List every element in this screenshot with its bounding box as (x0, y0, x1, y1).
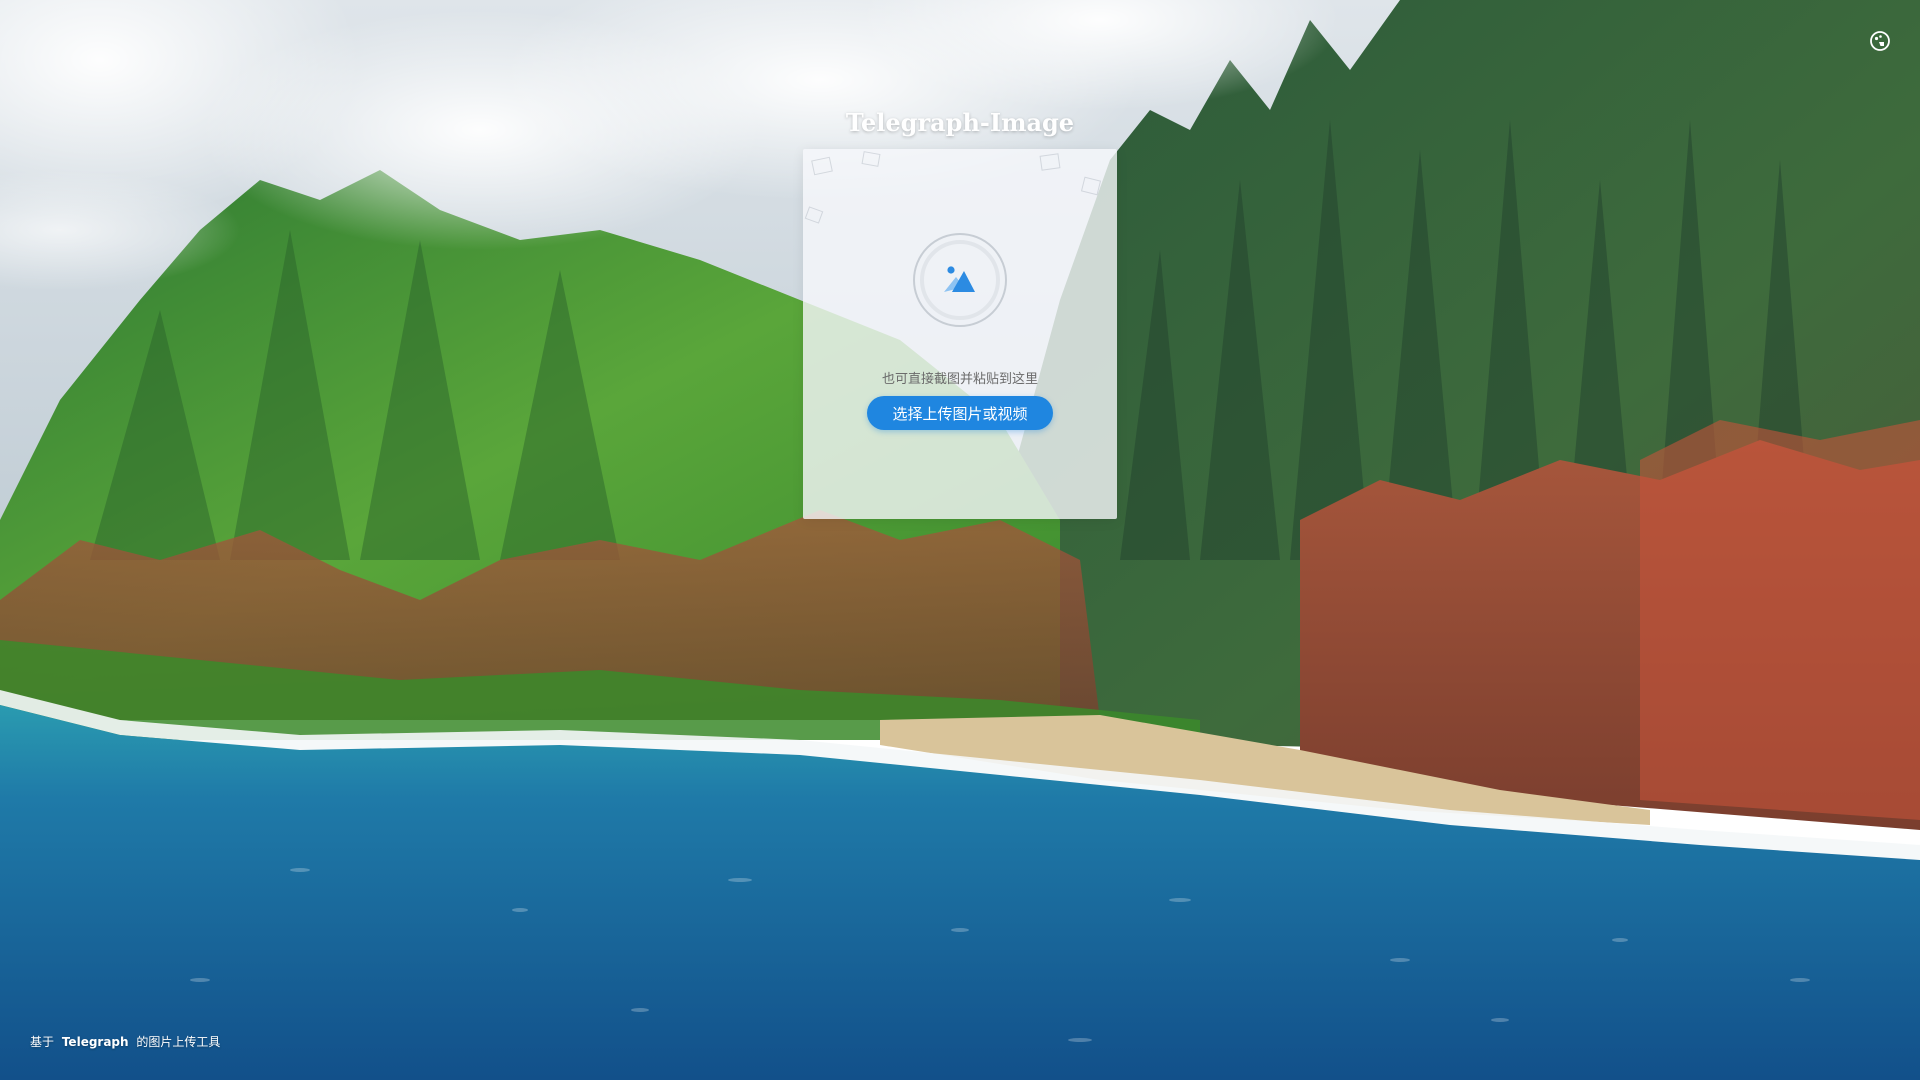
footer-prefix: 基于 (30, 1035, 55, 1049)
footer-suffix: 的图片上传工具 (136, 1035, 221, 1049)
page: Telegraph-Image 也可直接截图并粘贴到这里 选择上传图片或视频 基… (0, 0, 1920, 1080)
select-file-button[interactable]: 选择上传图片或视频 (867, 396, 1053, 430)
image-upload-icon[interactable] (911, 231, 1009, 329)
upload-dropzone[interactable]: 也可直接截图并粘贴到这里 选择上传图片或视频 (803, 149, 1117, 519)
theme-toggle-button[interactable] (1866, 27, 1894, 55)
footer-credit: 基于 Telegraph 的图片上传工具 (30, 1033, 220, 1050)
palette-icon (1870, 31, 1890, 51)
footer-brand-link[interactable]: Telegraph (62, 1035, 129, 1049)
page-title: Telegraph-Image (845, 108, 1075, 137)
paste-hint: 也可直接截图并粘贴到这里 (881, 372, 1038, 387)
card-decoration (804, 151, 1102, 224)
